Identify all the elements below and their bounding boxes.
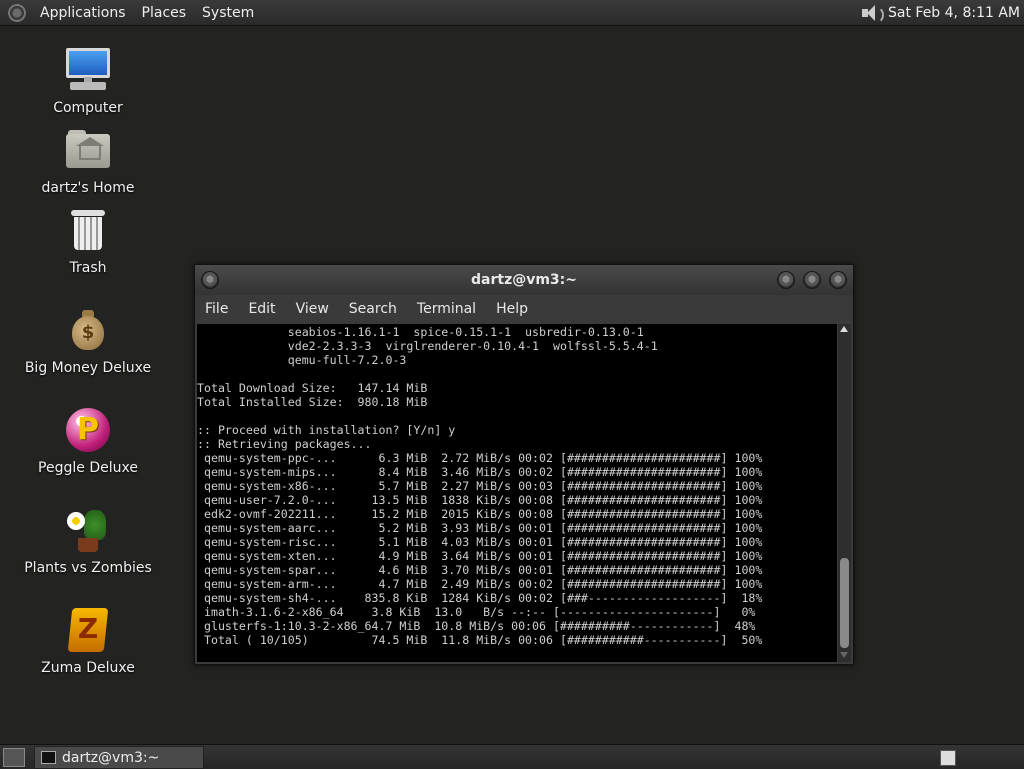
window-title: dartz@vm3:~ [471, 272, 577, 288]
close-button[interactable] [829, 271, 847, 289]
desktop-icon-label: Computer [53, 100, 123, 116]
bottom-panel: dartz@vm3:~ [0, 744, 1024, 769]
desktop-icon-label: Zuma Deluxe [41, 660, 135, 676]
terminal-line: Total Download Size: 147.14 MiB [197, 381, 428, 395]
terminal-window[interactable]: dartz@vm3:~ File Edit View Search Termin… [194, 264, 854, 665]
plants-vs-zombies-icon [64, 506, 112, 554]
menu-terminal[interactable]: Terminal [407, 301, 486, 317]
terminal-menubar: File Edit View Search Terminal Help [195, 295, 853, 323]
desktop-icon-big-money[interactable]: $ Big Money Deluxe [18, 306, 158, 376]
terminal-icon [41, 751, 56, 764]
terminal-line: qemu-system-xten... 4.9 MiB 3.64 MiB/s 0… [197, 549, 763, 563]
terminal-line: vde2-2.3.3-3 virglrenderer-0.10.4-1 wolf… [197, 339, 658, 353]
menu-edit[interactable]: Edit [238, 301, 285, 317]
desktop-icon-peggle[interactable]: P Peggle Deluxe [18, 406, 158, 476]
desktop-icon-computer[interactable]: Computer [18, 46, 158, 116]
terminal-output[interactable]: seabios-1.16.1-1 spice-0.15.1-1 usbredir… [197, 324, 837, 662]
terminal-line: :: Proceed with installation? [Y/n] y [197, 423, 456, 437]
distro-logo-icon[interactable] [8, 3, 26, 22]
money-bag-icon: $ [64, 306, 112, 354]
desktop-icon-label: Trash [69, 260, 107, 276]
terminal-line: qemu-system-ppc-... 6.3 MiB 2.72 MiB/s 0… [197, 451, 763, 465]
zuma-icon: Z [64, 606, 112, 654]
peggle-icon: P [64, 406, 112, 454]
computer-icon [64, 46, 112, 94]
menu-file[interactable]: File [195, 301, 238, 317]
terminal-line: :: Retrieving packages... [197, 437, 372, 451]
window-titlebar[interactable]: dartz@vm3:~ [195, 265, 853, 295]
scroll-down-arrow-icon[interactable] [840, 652, 848, 658]
desktop-icon-label: Plants vs Zombies [24, 560, 152, 576]
terminal-line: Total ( 10/105) 74.5 MiB 11.8 MiB/s 00:0… [197, 633, 763, 647]
menu-applications[interactable]: Applications [32, 5, 134, 21]
terminal-line: qemu-system-aarc... 5.2 MiB 3.93 MiB/s 0… [197, 521, 763, 535]
terminal-line: qemu-system-spar... 4.6 MiB 3.70 MiB/s 0… [197, 563, 763, 577]
desktop-icon-home[interactable]: dartz's Home [18, 126, 158, 196]
desktop-icon-zuma[interactable]: Z Zuma Deluxe [18, 606, 158, 676]
terminal-line: qemu-system-x86-... 5.7 MiB 2.27 MiB/s 0… [197, 479, 763, 493]
desktop-icon-trash[interactable]: Trash [18, 206, 158, 276]
top-panel: Applications Places System Sat Feb 4, 8:… [0, 0, 1024, 26]
menu-system[interactable]: System [194, 5, 262, 21]
terminal-line: qemu-system-risc... 5.1 MiB 4.03 MiB/s 0… [197, 535, 763, 549]
workspace-switcher[interactable] [940, 750, 956, 766]
desktop-icon-plants-vs-zombies[interactable]: Plants vs Zombies [18, 506, 158, 576]
terminal-scrollbar[interactable] [838, 324, 851, 662]
terminal-line: qemu-full-7.2.0-3 [197, 353, 407, 367]
taskbar-item-terminal[interactable]: dartz@vm3:~ [34, 746, 204, 769]
desktop-icon-label: dartz's Home [41, 180, 135, 196]
terminal-line: qemu-user-7.2.0-... 13.5 MiB 1838 KiB/s … [197, 493, 763, 507]
maximize-button[interactable] [803, 271, 821, 289]
home-folder-icon [64, 126, 112, 174]
menu-help[interactable]: Help [486, 301, 538, 317]
trash-icon [64, 206, 112, 254]
clock[interactable]: Sat Feb 4, 8:11 AM [888, 5, 1020, 21]
window-menu-button[interactable] [201, 271, 219, 289]
terminal-line: qemu-system-arm-... 4.7 MiB 2.49 MiB/s 0… [197, 577, 763, 591]
terminal-line: Total Installed Size: 980.18 MiB [197, 395, 428, 409]
minimize-button[interactable] [777, 271, 795, 289]
desktop-icon-label: Peggle Deluxe [38, 460, 138, 476]
menu-view[interactable]: View [286, 301, 339, 317]
terminal-line: edk2-ovmf-202211... 15.2 MiB 2015 KiB/s … [197, 507, 763, 521]
terminal-line: qemu-system-sh4-... 835.8 KiB 1284 KiB/s… [197, 591, 763, 605]
scroll-up-arrow-icon[interactable] [840, 326, 848, 332]
desktop-icon-label: Big Money Deluxe [24, 360, 152, 376]
scrollbar-thumb[interactable] [840, 558, 849, 648]
taskbar-item-label: dartz@vm3:~ [62, 749, 160, 766]
show-desktop-icon[interactable] [3, 748, 25, 767]
terminal-text: seabios-1.16.1-1 spice-0.15.1-1 usbredir… [197, 324, 837, 647]
menu-search[interactable]: Search [339, 301, 407, 317]
volume-icon[interactable] [860, 3, 884, 24]
terminal-line: qemu-system-mips... 8.4 MiB 3.46 MiB/s 0… [197, 465, 763, 479]
terminal-line: seabios-1.16.1-1 spice-0.15.1-1 usbredir… [197, 325, 644, 339]
terminal-line: imath-3.1.6-2-x86_64 3.8 KiB 13.0 B/s --… [197, 605, 756, 619]
menu-places[interactable]: Places [134, 5, 195, 21]
terminal-line: glusterfs-1:10.3-2-x86_64.7 MiB 10.8 MiB… [197, 619, 756, 633]
